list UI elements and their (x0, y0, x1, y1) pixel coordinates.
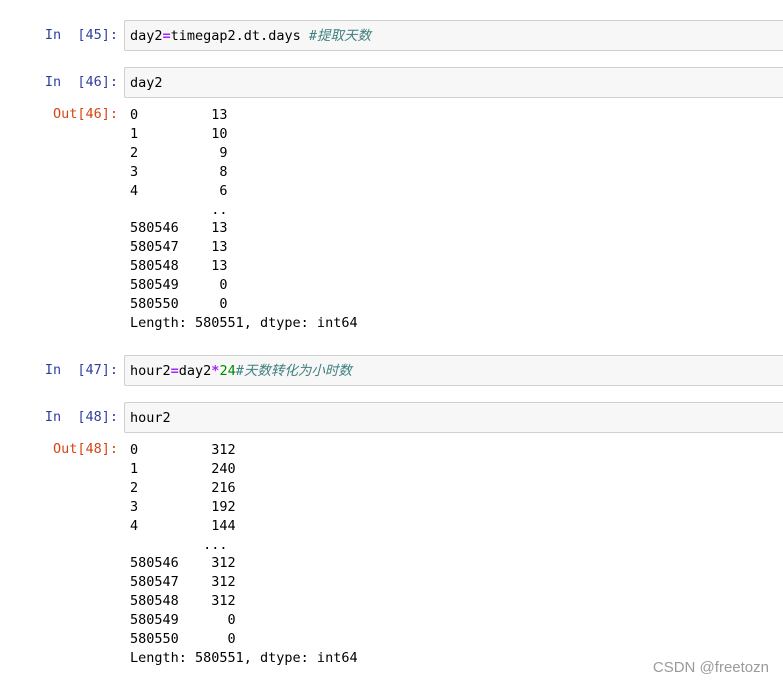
notebook: In [45]: day2=timegap2.dt.days #提取天数 In … (0, 0, 783, 684)
output-text-46: 0 13 1 10 2 9 3 8 4 6 .. 580546 13 58054… (130, 107, 358, 331)
code-text: hour2 (130, 410, 171, 426)
code-input-46[interactable]: day2 (124, 67, 783, 98)
code-token-var: day2 (130, 28, 163, 44)
code-token-comment: #提取天数 (308, 28, 371, 44)
code-token-operator: = (162, 28, 171, 44)
code-text: day2 (130, 75, 163, 91)
output-prompt-46: Out[46]: (52, 106, 118, 122)
output-text-48: 0 312 1 240 2 216 3 192 4 144 ... 580546… (130, 442, 358, 666)
code-token-expr: timegap2.dt.days (170, 28, 309, 44)
code-token-var: hour2 (130, 363, 171, 379)
code-input-48[interactable]: hour2 (124, 402, 783, 433)
watermark: CSDN @freetozn (652, 659, 769, 676)
input-prompt-45: In [45]: (44, 27, 118, 43)
input-prompt-48: In [48]: (44, 409, 118, 425)
code-token-comment: #天数转化为小时数 (235, 363, 352, 379)
code-input-47[interactable]: hour2=day2*24#天数转化为小时数 (124, 355, 783, 386)
input-prompt-46: In [46]: (44, 74, 118, 90)
code-token-operator: = (170, 363, 179, 379)
code-token-number: 24 (219, 363, 236, 379)
input-prompt-47: In [47]: (44, 362, 118, 378)
code-input-45[interactable]: day2=timegap2.dt.days #提取天数 (124, 20, 783, 51)
code-token-var: day2 (178, 363, 212, 379)
output-prompt-48: Out[48]: (52, 441, 118, 457)
